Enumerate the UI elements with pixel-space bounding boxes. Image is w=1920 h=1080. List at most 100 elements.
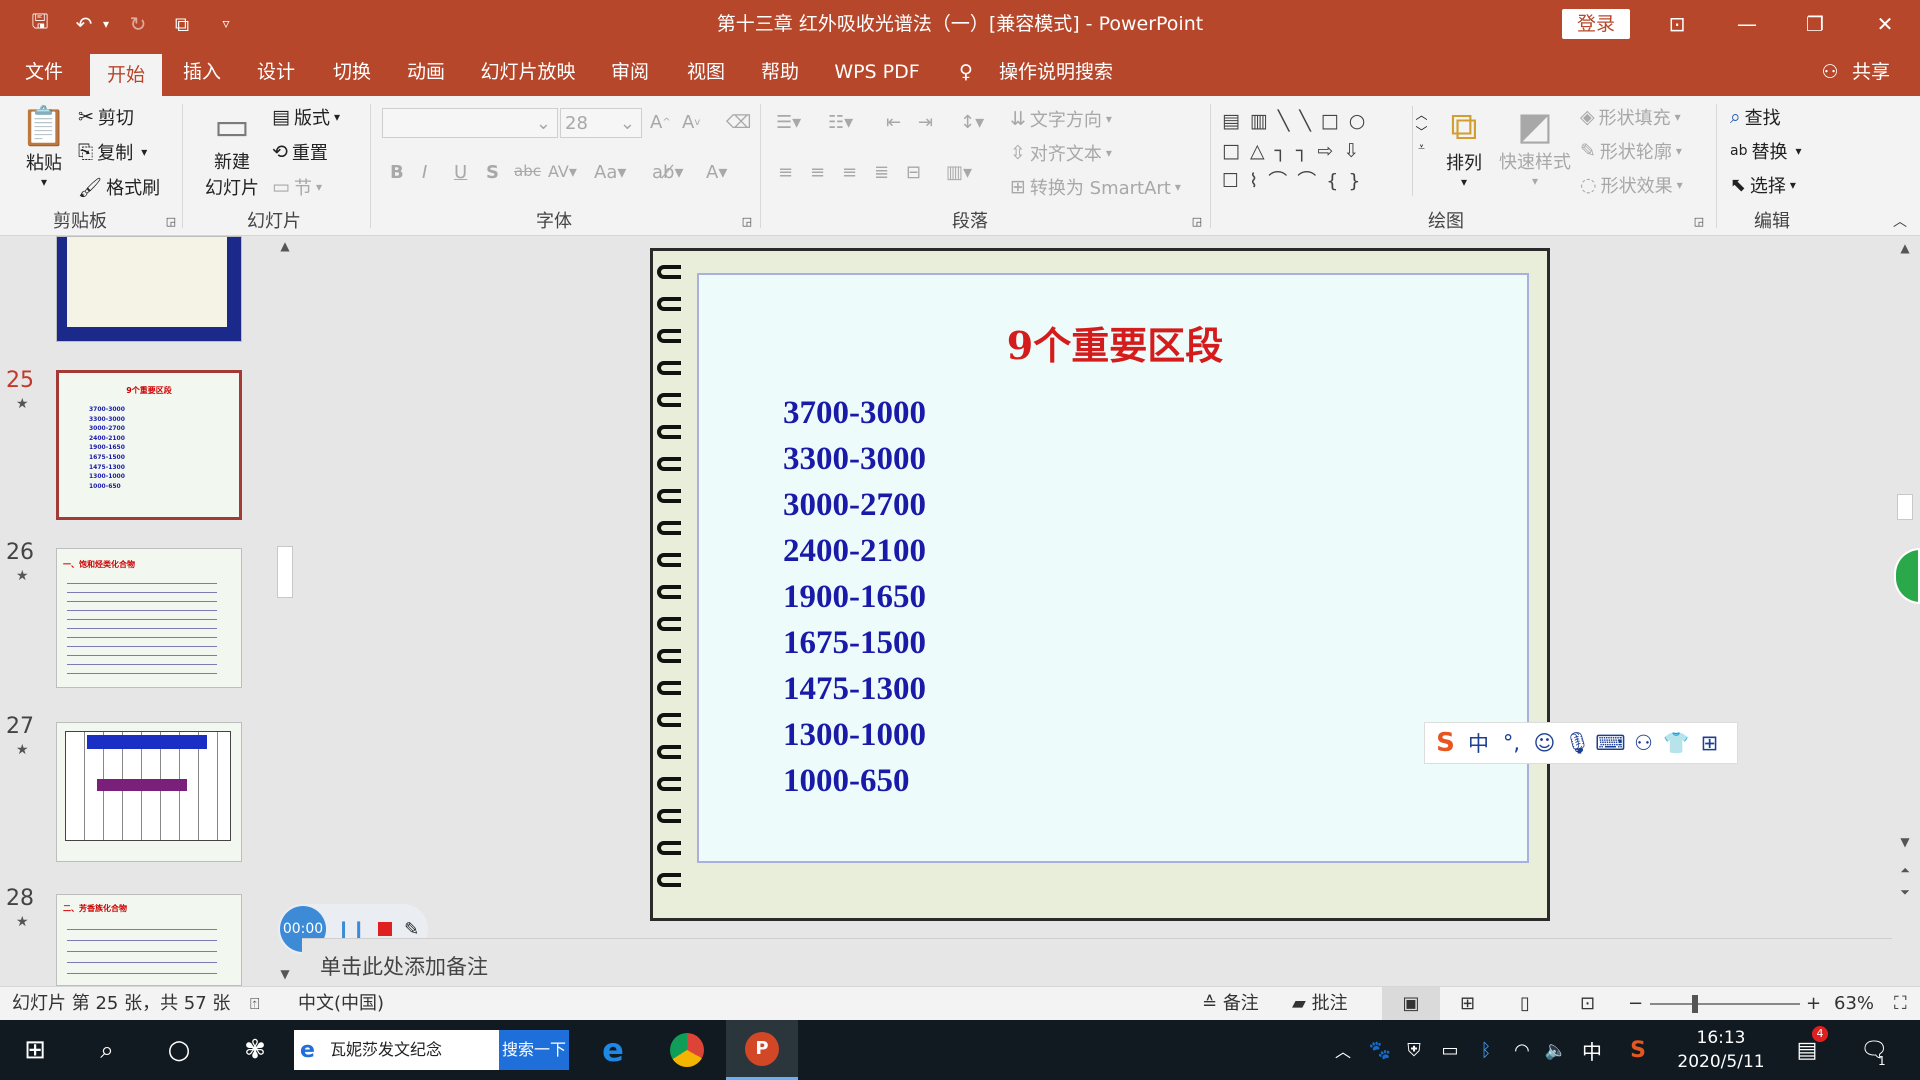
increase-indent-icon[interactable]: ⇥ bbox=[918, 112, 933, 133]
new-slide-button[interactable]: ▭ 新建 幻灯片 bbox=[196, 104, 268, 200]
paste-button[interactable]: 📋 粘贴 ▾ bbox=[20, 104, 67, 189]
tab-home[interactable]: 开始 bbox=[90, 54, 162, 96]
user-icon[interactable]: ⚇ bbox=[1627, 731, 1660, 755]
tab-file[interactable]: 文件 bbox=[14, 48, 74, 96]
range-item[interactable]: 1675-1500 bbox=[783, 625, 926, 662]
tab-insert[interactable]: 插入 bbox=[172, 48, 232, 96]
slide-canvas[interactable]: 9个重要区段 3700-3000 3300-3000 3000-2700 240… bbox=[650, 248, 1550, 921]
shape-effects-button[interactable]: ◌ 形状效果 ▾ bbox=[1580, 172, 1683, 198]
battery-icon[interactable]: ▭ bbox=[1436, 1020, 1464, 1080]
range-item[interactable]: 1475-1300 bbox=[783, 671, 926, 708]
spellcheck-icon[interactable]: ⍐ bbox=[250, 987, 260, 1021]
decrease-indent-icon[interactable]: ⇤ bbox=[886, 112, 901, 133]
previous-slide-icon[interactable]: ⏶ bbox=[1896, 860, 1914, 880]
cortana-icon[interactable]: ○ bbox=[156, 1020, 202, 1080]
select-button[interactable]: ⬉ 选择 ▾ bbox=[1730, 172, 1796, 198]
range-item[interactable]: 3000-2700 bbox=[783, 487, 926, 524]
slide-sorter-icon[interactable]: ⊞ bbox=[1460, 987, 1475, 1021]
zoom-slider[interactable] bbox=[1650, 987, 1800, 1021]
underline-button[interactable]: U bbox=[454, 162, 467, 183]
quick-styles-button[interactable]: ◩ 快速样式 ▾ bbox=[1498, 104, 1572, 188]
slide-thumbnail-24[interactable] bbox=[56, 236, 242, 342]
clear-formatting-icon[interactable]: ⌫ bbox=[726, 112, 751, 133]
columns-icon[interactable]: ▥▾ bbox=[946, 162, 972, 183]
ime-indicator[interactable]: 中 bbox=[1578, 1020, 1606, 1080]
tab-help[interactable]: 帮助 bbox=[750, 48, 810, 96]
zoom-in-icon[interactable]: + bbox=[1806, 987, 1821, 1021]
distributed-icon[interactable]: ⊟ bbox=[906, 162, 921, 183]
align-center-icon[interactable]: ≡ bbox=[810, 162, 825, 183]
shapes-gallery[interactable]: ▤▥╲╲□○ □△┐┐⇨⇩ ☐⌇⌒⌒{} bbox=[1222, 106, 1418, 202]
slide-thumbnail-26[interactable]: 一、饱和烃类化合物 bbox=[56, 548, 242, 688]
change-case-button[interactable]: Aa▾ bbox=[594, 162, 626, 183]
italic-button[interactable]: I bbox=[422, 162, 427, 183]
scroll-thumb[interactable] bbox=[277, 546, 293, 598]
tray-app-icon[interactable]: 🐾 bbox=[1366, 1020, 1394, 1080]
font-color-button[interactable]: A▾ bbox=[706, 162, 727, 183]
reading-view-icon[interactable]: ▯ bbox=[1520, 987, 1530, 1021]
strikethrough-button[interactable]: abc bbox=[514, 162, 541, 180]
login-button[interactable]: 登录 bbox=[1562, 9, 1630, 39]
reset-button[interactable]: ⟲ 重置 bbox=[272, 139, 328, 165]
ime-toolbar[interactable]: S 中 °, ☺ 🎙 ⌨ ⚇ 👕 ⊞ bbox=[1424, 722, 1738, 764]
app-icon[interactable]: ✾ bbox=[232, 1020, 278, 1080]
microphone-icon[interactable]: 🎙 bbox=[1561, 731, 1594, 756]
range-item[interactable]: 3300-3000 bbox=[783, 441, 926, 478]
bluetooth-icon[interactable]: ᛒ bbox=[1472, 1020, 1500, 1080]
toolbox-icon[interactable]: ⊞ bbox=[1693, 731, 1726, 755]
notes-toggle-button[interactable]: ≙ 备注 bbox=[1202, 987, 1259, 1021]
range-item[interactable]: 3700-3000 bbox=[783, 395, 926, 432]
arrange-button[interactable]: ⧉ 排列 ▾ bbox=[1440, 104, 1488, 189]
slide-thumbnail-25[interactable]: 9个重要区段 3700-3000 3300-3000 3000-2700 2400-2… bbox=[56, 370, 242, 520]
numbering-button[interactable]: ☷▾ bbox=[828, 112, 853, 133]
smartart-button[interactable]: ⊞ 转换为 SmartArt ▾ bbox=[1010, 174, 1181, 200]
clipboard-launcher-icon[interactable]: ◲ bbox=[164, 210, 178, 234]
range-item[interactable]: 2400-2100 bbox=[783, 533, 926, 570]
shapes-scroll[interactable]: ︿ ﹀ ⩡ bbox=[1412, 106, 1430, 196]
slide-title[interactable]: 9个重要区段 bbox=[699, 315, 1531, 370]
tab-animations[interactable]: 动画 bbox=[396, 48, 456, 96]
align-text-button[interactable]: ⇳ 对齐文本 ▾ bbox=[1010, 140, 1112, 166]
bold-button[interactable]: B bbox=[390, 162, 404, 183]
next-slide-icon[interactable]: ⏷ bbox=[1896, 882, 1914, 902]
cut-button[interactable]: ✂ 剪切 bbox=[78, 104, 134, 130]
skin-icon[interactable]: 👕 bbox=[1660, 731, 1693, 756]
comments-button[interactable]: ▰ 批注 bbox=[1292, 987, 1348, 1021]
replace-button[interactable]: ab 替换 ▾ bbox=[1730, 138, 1802, 164]
drawing-launcher-icon[interactable]: ◲ bbox=[1692, 210, 1706, 234]
shape-fill-button[interactable]: ◈ 形状填充 ▾ bbox=[1580, 104, 1681, 130]
normal-view-icon[interactable]: ▣ bbox=[1382, 987, 1440, 1021]
search-icon[interactable]: ⌕ bbox=[84, 1020, 130, 1080]
collapse-ribbon-icon[interactable]: ︿ bbox=[1890, 210, 1910, 234]
edge-icon[interactable]: e bbox=[588, 1020, 638, 1080]
pause-icon[interactable]: ❙❙ bbox=[336, 919, 366, 940]
tab-slideshow[interactable]: 幻灯片放映 bbox=[476, 48, 580, 96]
scroll-up-icon[interactable]: ▲ bbox=[1896, 238, 1914, 258]
powerpoint-taskbar-icon[interactable]: P bbox=[726, 1020, 798, 1080]
slide-content-box[interactable]: 9个重要区段 3700-3000 3300-3000 3000-2700 240… bbox=[697, 273, 1529, 863]
language-indicator[interactable]: 中文(中国) bbox=[298, 987, 384, 1021]
section-button[interactable]: ▭ 节 ▾ bbox=[272, 174, 322, 200]
find-button[interactable]: ⌕ 查找 bbox=[1730, 104, 1781, 130]
action-center-icon[interactable]: 🗨 bbox=[1854, 1020, 1894, 1080]
line-spacing-icon[interactable]: ↕▾ bbox=[960, 112, 984, 133]
format-painter-button[interactable]: 🖌 格式刷 bbox=[78, 174, 160, 200]
scroll-down-icon[interactable]: ▼ bbox=[1896, 832, 1914, 852]
zoom-out-icon[interactable]: − bbox=[1628, 987, 1643, 1021]
chrome-icon[interactable] bbox=[662, 1020, 712, 1080]
font-name-select[interactable]: ⌄ bbox=[382, 108, 558, 138]
ime-punctuation[interactable]: °, bbox=[1495, 731, 1528, 755]
range-item[interactable]: 1900-1650 bbox=[783, 579, 926, 616]
text-direction-button[interactable]: ⇊ 文字方向 ▾ bbox=[1010, 106, 1112, 132]
increase-font-button[interactable]: A ^ bbox=[650, 112, 671, 133]
paragraph-launcher-icon[interactable]: ◲ bbox=[1190, 210, 1204, 234]
slide-thumbnail-27[interactable] bbox=[56, 722, 242, 862]
layout-button[interactable]: ▤ 版式 ▾ bbox=[272, 104, 340, 130]
windows-start-icon[interactable]: ⊞ bbox=[12, 1020, 58, 1080]
emoji-icon[interactable]: ☺ bbox=[1528, 731, 1561, 755]
tab-wps-pdf[interactable]: WPS PDF bbox=[830, 48, 924, 96]
fit-to-window-icon[interactable]: ⛶ bbox=[1894, 987, 1907, 1021]
font-size-select[interactable]: 28 ⌄ bbox=[560, 108, 642, 138]
restore-icon[interactable]: ❐ bbox=[1784, 0, 1846, 48]
justify-icon[interactable]: ≣ bbox=[874, 162, 889, 183]
